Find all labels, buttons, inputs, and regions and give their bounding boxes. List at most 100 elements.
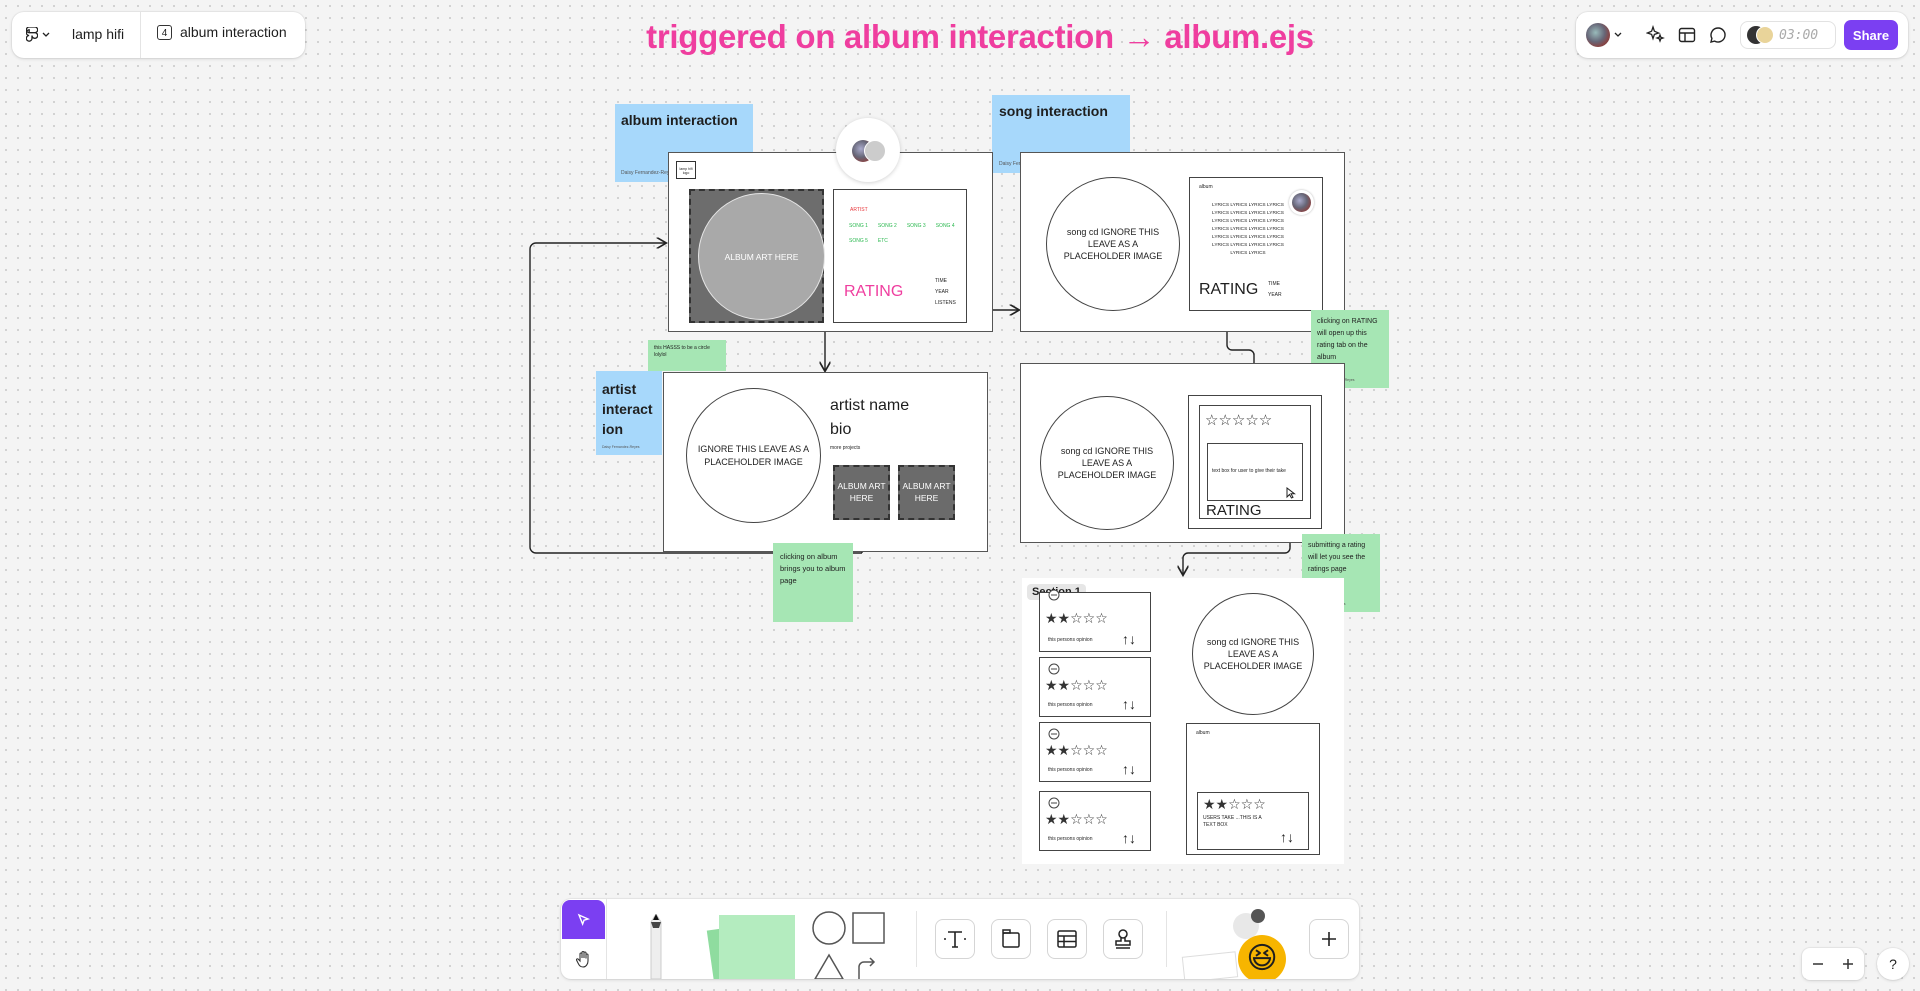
zoom-in-button[interactable]	[1836, 952, 1860, 976]
laughing-emoji-icon: 😆	[1238, 935, 1286, 979]
section-icon	[1002, 929, 1020, 948]
plus-icon	[1843, 959, 1853, 969]
album-info-panel: ARTIST SONG 1 SONG 2 SONG 3 SONG 4 SONG …	[833, 189, 967, 323]
review-text: this persons opinion	[1048, 702, 1093, 708]
divider	[916, 911, 917, 967]
artist-image-placeholder: IGNORE THIS LEAVE AS A PLACEHOLDER IMAGE	[686, 388, 821, 523]
sticky-text: clicking on RATING will open up this rat…	[1317, 318, 1378, 361]
album-art-panel: ALBUM ART HERE	[689, 189, 825, 323]
logo-box: lamp hifi logo	[676, 161, 696, 179]
rating-button[interactable]: RATING	[1199, 281, 1258, 299]
vote-arrows[interactable]: ↑↓	[1280, 829, 1294, 845]
more-projects-label: more projects	[830, 445, 861, 451]
album-link[interactable]: album	[1196, 730, 1210, 736]
hand-icon	[575, 950, 589, 968]
song-page-frame[interactable]: song cd IGNORE THIS LEAVE AS A PLACEHOLD…	[1020, 152, 1345, 332]
cursor-pointer-icon	[1286, 487, 1296, 499]
review-card[interactable]: ★★☆☆☆ this persons opinion ↑↓	[1039, 722, 1151, 782]
review-stars: ★★☆☆☆	[1045, 677, 1108, 693]
sticky-text: submitting a rating will let you see the…	[1308, 542, 1366, 573]
more-tools-button[interactable]	[1309, 919, 1349, 959]
album-link[interactable]: album	[1199, 184, 1213, 190]
avatar-icon	[1048, 728, 1060, 740]
vote-arrows[interactable]: ↑↓	[1122, 830, 1136, 846]
sticky-text: this HASSS to be a circle lolylol	[654, 345, 710, 358]
artist-bio: bio	[830, 421, 852, 438]
review-card[interactable]: ★★☆☆☆ this persons opinion ↑↓	[1039, 589, 1151, 652]
zoom-controls	[1802, 948, 1864, 980]
song-link[interactable]: SONG 5	[849, 238, 868, 244]
meta-year: YEAR	[935, 289, 949, 295]
help-button[interactable]: ?	[1877, 948, 1909, 980]
sticky-author: Daisy Fernandez-Reyes	[602, 445, 640, 449]
minus-icon	[1813, 963, 1823, 965]
sticky-note-tool[interactable]	[699, 915, 795, 979]
review-card[interactable]: ★★☆☆☆ this persons opinion ↑↓	[1039, 791, 1151, 851]
vote-arrows[interactable]: ↑↓	[1122, 631, 1136, 647]
hand-tool-button[interactable]	[562, 941, 605, 977]
vote-arrows[interactable]: ↑↓	[1122, 696, 1136, 712]
review-stars: ★★☆☆☆	[1045, 610, 1108, 626]
song-cd-placeholder: song cd IGNORE THIS LEAVE AS A PLACEHOLD…	[1046, 177, 1180, 311]
user-review-box: ★★☆☆☆ USERS TAKE ...THIS IS A TEXT BOX ↑…	[1197, 792, 1309, 850]
meta-time: TIME	[935, 278, 947, 284]
divider	[1166, 911, 1167, 967]
song-link[interactable]: SONG 2	[878, 223, 897, 229]
artist-name: artist name	[830, 397, 910, 414]
collaborator-cursor-avatar	[836, 118, 900, 182]
sticky-circle-note[interactable]: this HASSS to be a circle lolylol	[648, 340, 726, 371]
divider	[606, 899, 607, 979]
album-art-1[interactable]: ALBUM ART HERE	[833, 465, 890, 520]
meta-year: YEAR	[1268, 292, 1282, 298]
sticky-title: album interaction	[621, 112, 738, 128]
song-meta: TIME YEAR	[1268, 279, 1282, 301]
sticky-title: song interaction	[999, 103, 1108, 119]
vote-arrows[interactable]: ↑↓	[1122, 761, 1136, 777]
album-art-circle[interactable]: ALBUM ART HERE	[698, 193, 825, 320]
song-info-panel: album LYRICS LYRICS LYRICS LYRICS LYRICS…	[1189, 177, 1323, 311]
stamp-tool-button[interactable]	[1103, 919, 1143, 959]
section-1[interactable]: Section 1 ★★☆☆☆ this persons opinion ↑↓ …	[1022, 578, 1344, 864]
sticky-album-note[interactable]: clicking on album brings you to album pa…	[773, 543, 853, 622]
rating-tab-frame[interactable]: song cd IGNORE THIS LEAVE AS A PLACEHOLD…	[1020, 363, 1345, 543]
shapes-tool-icon[interactable]	[811, 911, 891, 979]
song-list: SONG 1 SONG 2 SONG 3 SONG 4 SONG 5 ETC	[849, 223, 959, 244]
avatar	[1289, 190, 1314, 215]
album-review-panel: album ★★☆☆☆ USERS TAKE ...THIS IS A TEXT…	[1186, 723, 1320, 855]
table-tool-button[interactable]	[1047, 919, 1087, 959]
song-link[interactable]: SONG 3	[907, 223, 926, 229]
song-link[interactable]: SONG 4	[936, 223, 955, 229]
review-card[interactable]: ★★☆☆☆ this persons opinion ↑↓	[1039, 657, 1151, 717]
stamp-icon	[1115, 929, 1131, 949]
cursor-arrow-icon	[577, 913, 590, 926]
text-tool-button[interactable]	[935, 919, 975, 959]
bottom-toolbar: 😆	[561, 899, 1359, 979]
artist-link[interactable]: ARTIST	[850, 207, 868, 213]
move-tool-button[interactable]	[562, 900, 605, 939]
section-tool-button[interactable]	[991, 919, 1031, 959]
sticky-artist-interaction[interactable]: artist interact ion Daisy Fernandez-Reye…	[596, 371, 662, 455]
song-cd-placeholder: song cd IGNORE THIS LEAVE AS A PLACEHOLD…	[1192, 593, 1314, 715]
sticky-title: artist interact ion	[602, 381, 653, 437]
lyrics: LYRICS LYRICS LYRICS LYRICS LYRICS LYRIC…	[1212, 203, 1284, 256]
rating-button[interactable]: RATING	[844, 283, 903, 301]
plus-icon	[1322, 932, 1336, 946]
zoom-out-button[interactable]	[1806, 952, 1830, 976]
widgets-tool[interactable]: 😆	[1181, 909, 1293, 979]
album-art-2[interactable]: ALBUM ART HERE	[898, 465, 955, 520]
review-text: this persons opinion	[1048, 767, 1093, 773]
review-stars: ★★☆☆☆	[1045, 811, 1108, 827]
rating-inner-box: ☆☆☆☆☆ text box for user to give their ta…	[1199, 405, 1311, 519]
star-rating-input[interactable]: ☆☆☆☆☆	[1205, 413, 1272, 428]
review-text: this persons opinion	[1048, 836, 1093, 842]
song-link[interactable]: SONG 1	[849, 223, 868, 229]
rating-label: RATING	[1206, 502, 1262, 519]
artist-page-frame[interactable]: IGNORE THIS LEAVE AS A PLACEHOLDER IMAGE…	[663, 372, 988, 552]
album-page-frame[interactable]: lamp hifi logo ALBUM ART HERE ARTIST SON…	[668, 152, 993, 332]
pen-tool-icon[interactable]	[631, 914, 681, 979]
sticky-text: clicking on album brings you to album pa…	[780, 552, 846, 585]
user-take-textbox[interactable]: USERS TAKE ...THIS IS A TEXT BOX	[1203, 815, 1273, 829]
text-icon	[944, 931, 966, 948]
sticky-author: Daisy Fernandez-Reyes	[621, 170, 675, 176]
song-link[interactable]: ETC	[878, 238, 888, 244]
